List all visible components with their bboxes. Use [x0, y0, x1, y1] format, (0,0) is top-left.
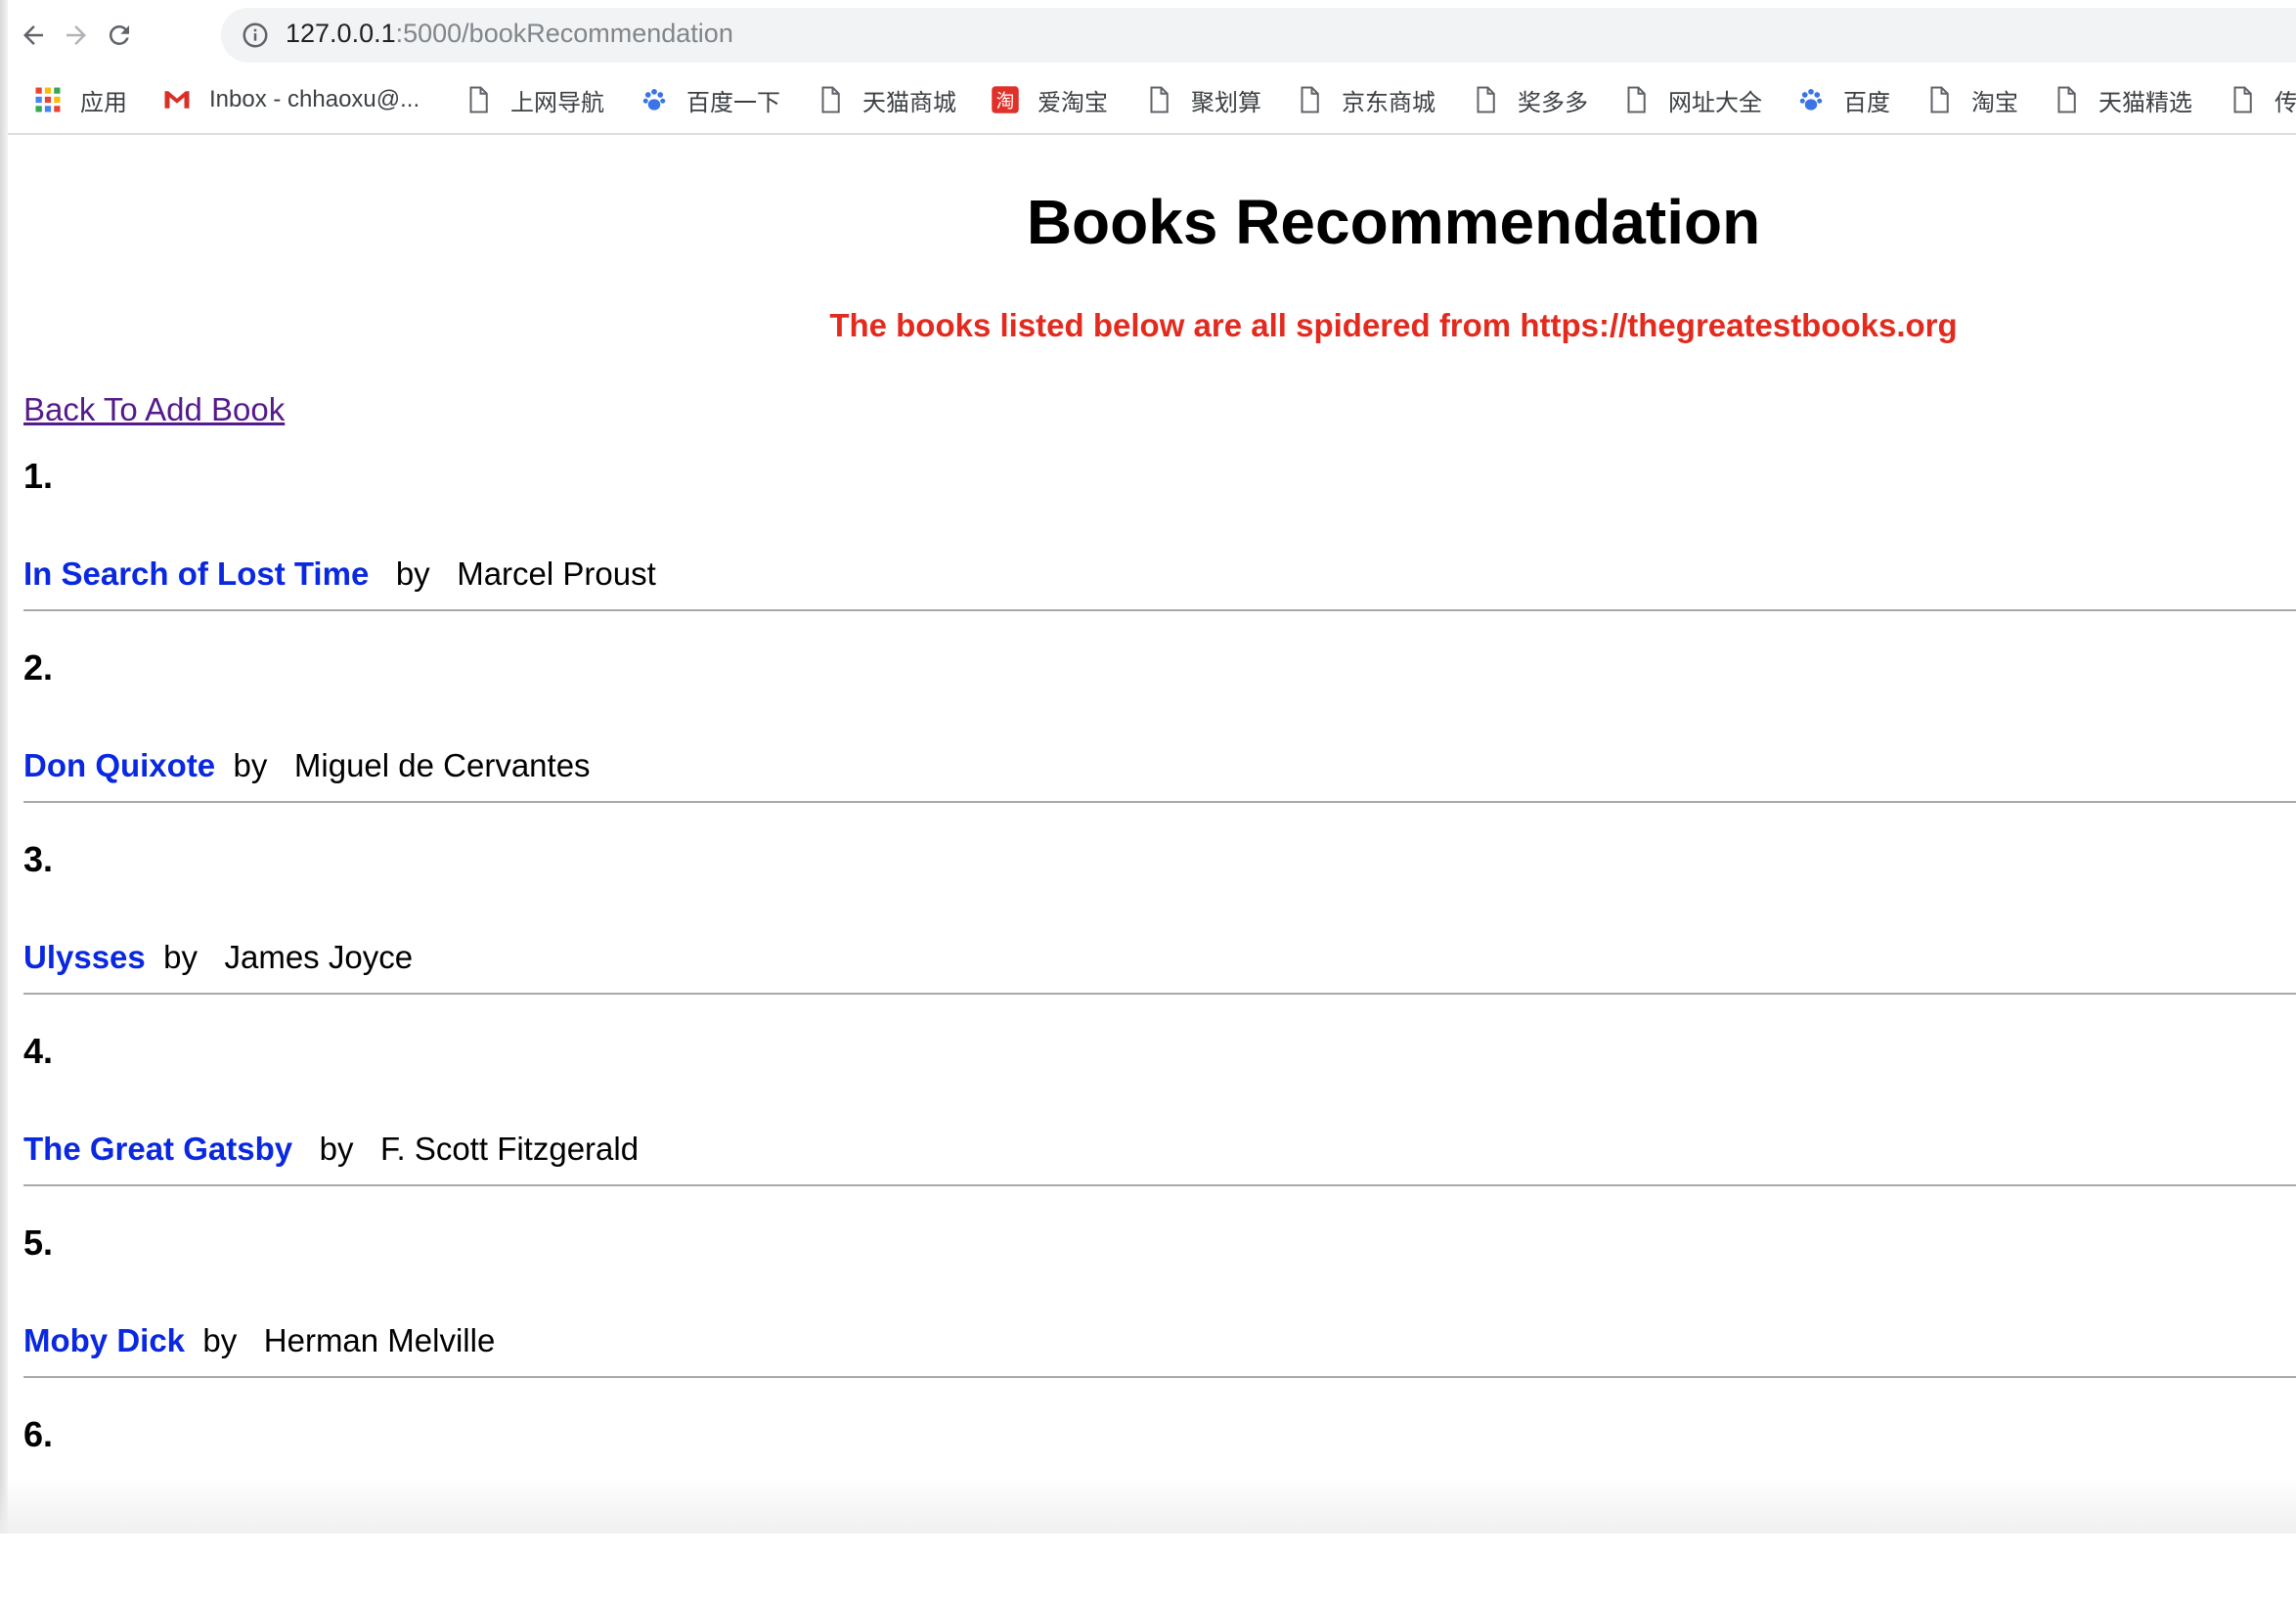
book-line: In Search of Lost Time by Marcel Proust [23, 556, 656, 593]
bookmark-chuan[interactable]: 传 [2228, 80, 2296, 119]
back-to-add-book-link[interactable]: Back To Add Book [23, 391, 285, 428]
book-number: 5. [23, 1222, 54, 1263]
bookmark-jd[interactable]: 京东商城 [1295, 80, 1435, 119]
book-number: 6. [23, 1414, 54, 1454]
url-path: :5000/bookRecommendation [395, 19, 733, 48]
bookmark-taobao[interactable]: 淘宝 [1924, 80, 2018, 119]
divider [23, 609, 2296, 611]
list-item: 2. Don Quixote by Miguel de Cervantes [23, 642, 2296, 833]
book-author: Miguel de Cervantes [293, 747, 591, 783]
page-title: Books Recommendation [1026, 187, 1761, 257]
bookmark-jiangduoduo[interactable]: 奖多多 [1471, 80, 1588, 119]
book-line: Ulysses by James Joyce [23, 939, 413, 976]
by-text: by [202, 1322, 238, 1358]
bookmarks-bar: 应用 Inbox - chhaoxu@... 上网导航 百度一下 天猫商城 淘 … [0, 70, 2296, 135]
arrow-right-icon [66, 25, 86, 45]
page-icon [816, 85, 845, 114]
book-title-link[interactable]: In Search of Lost Time [23, 556, 369, 592]
url-text[interactable]: 127.0.0.1:5000/bookRecommendation [286, 19, 733, 49]
book-author: F. Scott Fitzgerald [379, 1131, 640, 1167]
info-icon[interactable] [241, 21, 270, 50]
bookmark-tmall[interactable]: 天猫商城 [816, 80, 956, 119]
url-host: 127.0.0.1 [286, 19, 396, 48]
by-text: by [163, 939, 198, 975]
bookmark-label: 奖多多 [1518, 89, 1588, 116]
taobao-icon: 淘 [991, 85, 1020, 114]
by-text: by [395, 556, 430, 592]
bookmark-baidu-yixia[interactable]: 百度一下 [640, 80, 780, 119]
baidu-paw-icon [1796, 85, 1826, 114]
bookmark-label: 百度一下 [686, 89, 780, 116]
list-item: 3. Ulysses by James Joyce [23, 833, 2296, 1025]
arrow-left-icon [23, 25, 43, 45]
book-title-link[interactable]: The Great Gatsby [23, 1131, 292, 1167]
bookmark-label: 聚划算 [1191, 89, 1261, 116]
baidu-paw-icon [640, 85, 669, 114]
reload-button[interactable] [94, 10, 145, 61]
bookmark-tmall-jingxuan[interactable]: 天猫精选 [2052, 80, 2192, 119]
bookmark-label: 传 [2274, 89, 2296, 116]
by-text: by [233, 747, 268, 783]
bottom-fade [0, 1477, 2296, 1533]
bookmark-label: 上网导航 [510, 89, 604, 116]
book-title-link[interactable]: Don Quixote [23, 747, 215, 783]
bookmark-juhuasuan[interactable]: 聚划算 [1144, 80, 1261, 119]
book-title-link[interactable]: Moby Dick [23, 1322, 185, 1358]
page-icon [2228, 85, 2257, 114]
browser-toolbar: 127.0.0.1:5000/bookRecommendation [0, 0, 2296, 70]
bookmark-label: 天猫精选 [2098, 89, 2192, 116]
bookmark-aitaobao[interactable]: 淘 爱淘宝 [991, 80, 1108, 119]
bookmark-shangwang[interactable]: 上网导航 [464, 80, 604, 119]
bookmark-inbox[interactable]: Inbox - chhaoxu@... [162, 80, 419, 119]
page-icon [2052, 85, 2081, 114]
page-icon [464, 85, 493, 114]
page-icon [1471, 85, 1500, 114]
address-bar[interactable]: 127.0.0.1:5000/bookRecommendation [221, 8, 2296, 63]
page-icon [1924, 85, 1954, 114]
book-title-link[interactable]: Ulysses [23, 939, 146, 975]
book-line: Moby Dick by Herman Melville [23, 1322, 495, 1359]
bookmark-label: 爱淘宝 [1038, 89, 1108, 116]
bookmark-label: 天猫商城 [862, 89, 956, 116]
source-note: The books listed below are all spidered … [829, 307, 1958, 343]
page-content: Books Recommendation The books listed be… [8, 135, 2296, 1533]
bookmark-apps[interactable]: 应用 [33, 80, 127, 119]
page-icon [1621, 85, 1651, 114]
apps-grid-icon [33, 85, 63, 114]
book-number: 3. [23, 839, 54, 879]
list-item: 4. The Great Gatsby by F. Scott Fitzgera… [23, 1025, 2296, 1217]
by-text: by [319, 1131, 354, 1167]
book-number: 4. [23, 1031, 54, 1071]
book-list: 1. In Search of Lost Time by Marcel Prou… [23, 450, 2296, 1600]
reload-icon [109, 24, 129, 45]
bookmark-label: 百度 [1843, 89, 1890, 116]
page-icon [1295, 85, 1324, 114]
list-item: 5. Moby Dick by Herman Melville [23, 1217, 2296, 1408]
book-author: Marcel Proust [457, 556, 656, 592]
book-number: 1. [23, 456, 54, 496]
bookmark-wangzhi[interactable]: 网址大全 [1621, 80, 1762, 119]
divider [23, 801, 2296, 803]
page-icon [1144, 85, 1173, 114]
book-line: The Great Gatsby by F. Scott Fitzgerald [23, 1131, 639, 1168]
bookmark-label: 网址大全 [1668, 89, 1762, 116]
svg-text:淘: 淘 [996, 91, 1015, 112]
divider [23, 1184, 2296, 1186]
bookmark-label: Inbox - chhaoxu@... [209, 86, 420, 112]
book-author: Herman Melville [263, 1322, 496, 1358]
list-item: 1. In Search of Lost Time by Marcel Prou… [23, 450, 2296, 642]
divider [23, 1376, 2296, 1378]
window-edge [0, 0, 8, 1533]
bookmark-label: 淘宝 [1971, 89, 2018, 116]
book-line: Don Quixote by Miguel de Cervantes [23, 747, 591, 784]
bookmark-label: 京东商城 [1342, 89, 1435, 116]
bookmark-label: 应用 [80, 89, 127, 116]
bookmark-baidu[interactable]: 百度 [1796, 80, 1890, 119]
book-author: James Joyce [224, 939, 414, 975]
book-number: 2. [23, 647, 54, 688]
divider [23, 993, 2296, 995]
gmail-icon [162, 85, 192, 114]
